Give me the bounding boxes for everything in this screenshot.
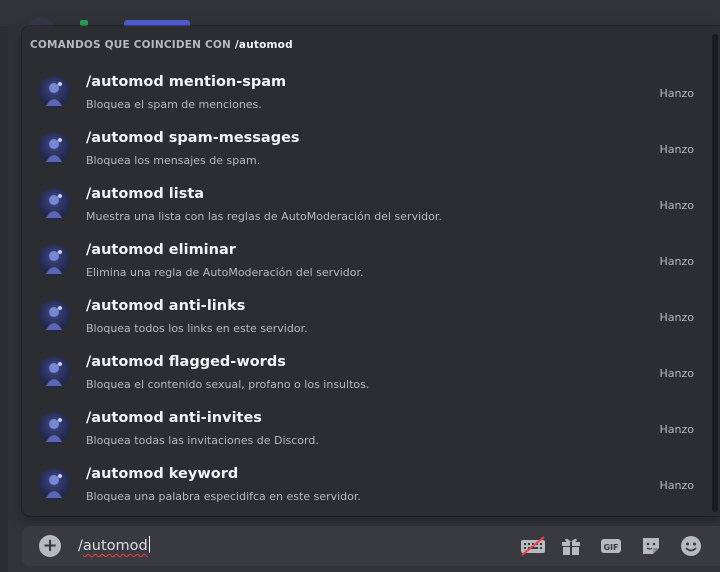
- command-name: /automod spam-messages: [86, 130, 300, 146]
- command-name: /automod anti-invites: [86, 410, 262, 426]
- command-description: Bloquea el contenido sexual, profano o l…: [86, 378, 370, 391]
- command-description: Bloquea todos los links en este servidor…: [86, 322, 308, 335]
- background-message-strip: [0, 0, 720, 26]
- bot-avatar: [38, 188, 70, 220]
- command-description: Bloquea los mensajes de spam.: [86, 154, 261, 167]
- input-word: automod: [82, 538, 148, 554]
- gift-icon[interactable]: [560, 535, 584, 557]
- command-item[interactable]: /automod flagged-words Bloquea el conten…: [22, 350, 712, 406]
- command-item[interactable]: /automod keyword Bloquea una palabra esp…: [22, 462, 712, 516]
- command-name: /automod lista: [86, 186, 205, 202]
- bot-avatar: [38, 76, 70, 108]
- text-caret: [148, 536, 150, 553]
- plus-circle-icon[interactable]: +: [39, 535, 61, 557]
- command-description: Bloquea el spam de menciones.: [86, 98, 262, 111]
- command-name: /automod eliminar: [86, 242, 236, 258]
- command-description: Muestra una lista con las reglas de Auto…: [86, 210, 442, 223]
- command-item[interactable]: /automod spam-messages Bloquea los mensa…: [22, 126, 712, 182]
- command-name: /automod anti-links: [86, 298, 246, 314]
- command-app-name: Hanzo: [659, 255, 695, 268]
- autocomplete-header-prefix: COMANDOS QUE COINCIDEN CON: [30, 39, 232, 51]
- bot-avatar: [38, 132, 70, 164]
- command-item[interactable]: /automod eliminar Elimina una regla de A…: [22, 238, 712, 294]
- message-input-bar: + /automod GIF: [22, 526, 720, 566]
- svg-text:GIF: GIF: [603, 543, 618, 552]
- bot-avatar: [38, 468, 70, 500]
- command-app-name: Hanzo: [659, 199, 695, 212]
- command-app-name: Hanzo: [659, 143, 695, 156]
- command-app-name: Hanzo: [659, 479, 695, 492]
- command-name: /automod keyword: [86, 466, 239, 482]
- command-app-name: Hanzo: [659, 367, 695, 380]
- command-app-name: Hanzo: [659, 311, 695, 324]
- command-item[interactable]: /automod anti-invites Bloquea todas las …: [22, 406, 712, 462]
- message-input[interactable]: /automod: [78, 536, 150, 554]
- command-item[interactable]: /automod lista Muestra una lista con las…: [22, 182, 712, 238]
- bot-avatar: [38, 244, 70, 276]
- sticker-icon[interactable]: [640, 535, 664, 557]
- autocomplete-header: COMANDOS QUE COINCIDEN CON /automod: [30, 39, 293, 51]
- command-list: /automod mention-spam Bloquea el spam de…: [22, 70, 712, 516]
- emoji-icon[interactable]: [680, 535, 704, 557]
- command-item[interactable]: /automod anti-links Bloquea todos los li…: [22, 294, 712, 350]
- command-description: Bloquea todas las invitaciones de Discor…: [86, 434, 319, 447]
- command-description: Elimina una regla de AutoModeración del …: [86, 266, 364, 279]
- channel-sidebar-edge: [0, 26, 8, 572]
- bot-avatar: [38, 412, 70, 444]
- bot-avatar: [38, 300, 70, 332]
- command-name: /automod flagged-words: [86, 354, 286, 370]
- command-autocomplete-popup: COMANDOS QUE COINCIDEN CON /automod /aut…: [22, 26, 720, 516]
- command-name: /automod mention-spam: [86, 74, 287, 90]
- bot-avatar: [38, 356, 70, 388]
- command-item[interactable]: /automod mention-spam Bloquea el spam de…: [22, 70, 712, 126]
- keyboard-disabled-icon[interactable]: [520, 535, 545, 557]
- gif-icon[interactable]: GIF: [600, 535, 624, 557]
- command-app-name: Hanzo: [659, 423, 695, 436]
- command-description: Bloquea una palabra especidifca en este …: [86, 490, 361, 503]
- autocomplete-scrollbar[interactable]: [712, 34, 718, 512]
- autocomplete-header-query: /automod: [234, 39, 293, 51]
- command-app-name: Hanzo: [659, 87, 695, 100]
